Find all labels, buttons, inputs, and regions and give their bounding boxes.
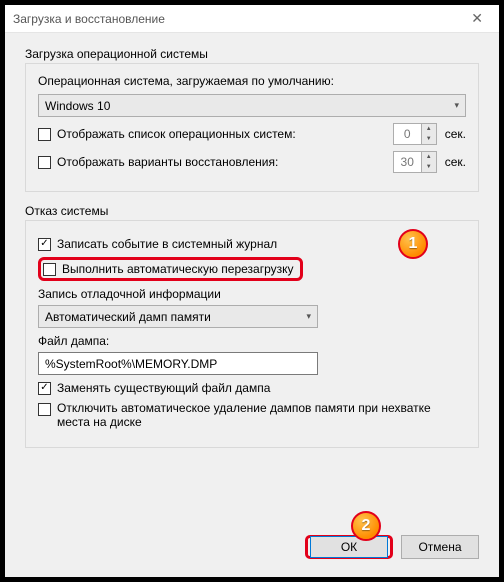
show-recovery-label: Отображать варианты восстановления: — [57, 155, 383, 169]
seconds-unit: сек. — [445, 127, 466, 141]
ok-button[interactable]: ОК — [310, 536, 388, 558]
auto-restart-checkbox[interactable] — [43, 263, 56, 276]
seconds-unit: сек. — [445, 155, 466, 169]
close-icon[interactable]: ✕ — [463, 8, 491, 29]
show-os-list-seconds[interactable]: 0 ▲▼ — [393, 123, 437, 145]
show-recovery-seconds[interactable]: 30 ▲▼ — [393, 151, 437, 173]
spinner-down-icon[interactable]: ▼ — [422, 162, 436, 172]
debug-info-label: Запись отладочной информации — [38, 287, 466, 301]
overwrite-label: Заменять существующий файл дампа — [57, 381, 270, 395]
chevron-down-icon: ▾ — [306, 311, 311, 322]
callout-2: 2 — [351, 511, 381, 541]
auto-restart-highlight: Выполнить автоматическую перезагрузку — [38, 257, 303, 281]
default-os-label: Операционная система, загружаемая по умо… — [38, 74, 466, 88]
overwrite-checkbox[interactable]: ✓ — [38, 382, 51, 395]
startup-group-label: Загрузка операционной системы — [25, 47, 479, 61]
show-recovery-checkbox[interactable] — [38, 156, 51, 169]
ok-button-highlight: ОК — [305, 535, 393, 559]
log-event-label: Записать событие в системный журнал — [57, 237, 277, 251]
default-os-value: Windows 10 — [45, 99, 110, 113]
cancel-button[interactable]: Отмена — [401, 535, 479, 559]
content-area: Загрузка операционной системы Операционн… — [5, 33, 499, 523]
callout-1: 1 — [398, 229, 428, 259]
spinner-down-icon[interactable]: ▼ — [422, 134, 436, 144]
failure-group: Отказ системы ✓ Записать событие в систе… — [25, 204, 479, 448]
startup-group: Загрузка операционной системы Операционн… — [25, 47, 479, 192]
dump-file-label: Файл дампа: — [38, 334, 466, 348]
default-os-select[interactable]: Windows 10 ▾ — [38, 94, 466, 117]
failure-group-label: Отказ системы — [25, 204, 479, 218]
dump-type-value: Автоматический дамп памяти — [45, 310, 211, 324]
window-title: Загрузка и восстановление — [13, 12, 463, 26]
dialog-buttons: 2 ОК Отмена — [5, 523, 499, 577]
dump-file-input[interactable] — [38, 352, 318, 375]
show-os-list-checkbox[interactable] — [38, 128, 51, 141]
auto-restart-label: Выполнить автоматическую перезагрузку — [62, 262, 294, 276]
dump-type-select[interactable]: Автоматический дамп памяти ▾ — [38, 305, 318, 328]
disable-auto-delete-label: Отключить автоматическое удаление дампов… — [57, 401, 466, 429]
show-os-list-label: Отображать список операционных систем: — [57, 127, 383, 141]
disable-auto-delete-checkbox[interactable] — [38, 403, 51, 416]
log-event-checkbox[interactable]: ✓ — [38, 238, 51, 251]
titlebar: Загрузка и восстановление ✕ — [5, 5, 499, 33]
spinner-up-icon[interactable]: ▲ — [422, 152, 436, 162]
spinner-up-icon[interactable]: ▲ — [422, 124, 436, 134]
chevron-down-icon: ▾ — [454, 100, 459, 111]
dialog-window: Загрузка и восстановление ✕ Загрузка опе… — [5, 5, 499, 577]
